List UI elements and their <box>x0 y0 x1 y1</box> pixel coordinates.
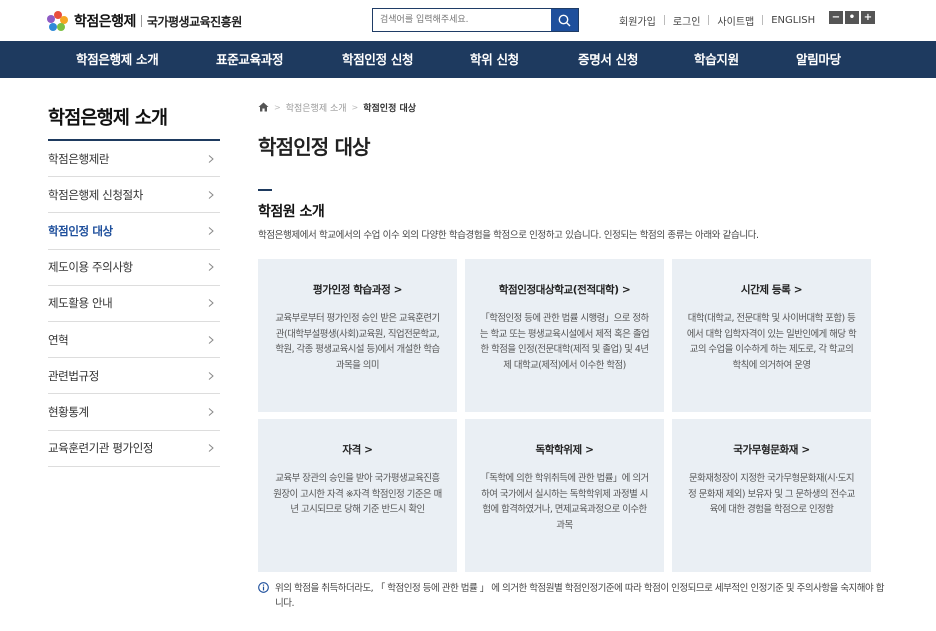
side-menu-label: 제도활용 안내 <box>48 296 113 311</box>
zoom-reset-button[interactable]: • <box>845 11 859 24</box>
notice: 위의 학점을 취득하더라도, 「 학점인정 등에 관한 법률 」 에 의거한 학… <box>258 581 888 611</box>
side-menu-item[interactable]: 학점은행제란 <box>48 141 220 178</box>
chevron-right-icon <box>208 444 214 452</box>
login-link[interactable]: 로그인 <box>673 13 701 28</box>
side-menu-label: 학점은행제란 <box>48 151 110 166</box>
chevron-right-icon <box>208 299 214 308</box>
gnb-item-degree-apply[interactable]: 학위 신청 <box>470 41 519 78</box>
side-menu-item[interactable]: 현황통계 <box>48 394 220 431</box>
sitemap-link[interactable]: 사이트맵 <box>717 13 754 28</box>
side-menu-label: 학점인정 대상 <box>48 223 113 238</box>
chevron-right-icon <box>208 371 214 380</box>
util-divider <box>663 15 665 25</box>
lnb-title: 학점은행제 소개 <box>48 108 168 129</box>
side-menu-item[interactable]: 관련법규정 <box>48 358 220 395</box>
logo-divider <box>140 15 142 27</box>
card-description: 「학점인정 등에 관한 법률 시행령」으로 정하는 학교 또는 평생교육시설에서… <box>479 313 650 371</box>
util-divider <box>708 15 710 25</box>
section-title: 학점원 소개 <box>258 204 325 220</box>
side-menu-item-active[interactable]: 학점인정 대상 <box>48 213 220 250</box>
zoom-out-button[interactable]: − <box>829 11 843 24</box>
side-menu-item[interactable]: 연혁 <box>48 322 220 359</box>
top-header: 학점은행제 국가평생교육진흥원 회원가입 로그인 사이트맵 ENGLISH − … <box>0 0 936 41</box>
side-menu: 학점은행제란 학점은행제 신청절차 학점인정 대상 제도이용 주의사항 제도활용… <box>48 141 220 467</box>
gnb-item-curriculum[interactable]: 표준교육과정 <box>216 41 284 78</box>
breadcrumb: > 학점은행제 소개 > 학점인정 대상 <box>258 100 416 114</box>
side-menu-label: 교육훈련기관 평가인정 <box>48 441 154 456</box>
chevron-right-icon <box>208 408 214 416</box>
logo-title: 학점은행제 <box>74 14 136 30</box>
credit-type-card: 시간제 등록 > 대학(대학교, 전문대학 및 사이버대학 포함) 등 에서 대… <box>672 259 871 412</box>
breadcrumb-separator: > <box>274 102 281 112</box>
credit-type-card: 국가무형문화재 > 문화재청장이 지정한 국가무형문화재(시·도지정 문화재 제… <box>672 419 871 572</box>
chevron-right-icon <box>208 263 214 272</box>
section-accent-bar <box>258 189 272 191</box>
breadcrumb-separator: > <box>351 102 359 112</box>
search-input[interactable] <box>373 9 551 31</box>
breadcrumb-item[interactable]: 학점은행제 소개 <box>286 101 347 114</box>
side-menu-item[interactable]: 제도활용 안내 <box>48 286 220 322</box>
card-title-link[interactable]: 시간제 등록 > <box>686 282 857 297</box>
side-menu-label: 연혁 <box>48 332 69 347</box>
breadcrumb-current: 학점인정 대상 <box>363 103 417 114</box>
utility-links: 회원가입 로그인 사이트맵 ENGLISH <box>619 12 815 28</box>
card-title-link[interactable]: 독학학위제 > <box>479 442 650 457</box>
card-description: 교육부로부터 평가인정 승인 받은 교육훈련기관(대학부설평생(사회)교육원, … <box>275 313 440 371</box>
util-divider <box>762 15 764 25</box>
notice-text: 위의 학점을 취득하더라도, 「 학점인정 등에 관한 법률 」 에 의거한 학… <box>275 583 885 609</box>
english-link[interactable]: ENGLISH <box>771 15 815 26</box>
chevron-right-icon <box>208 335 214 344</box>
card-description: 문화재청장이 지정한 국가무형문화재(시·도지정 문화재 제외) 보유자 및 그… <box>688 473 855 516</box>
credit-type-card: 자격 > 교육부 장관의 승인을 받아 국가평생교육진흥원장이 고시한 자격 ※… <box>258 419 457 572</box>
card-description: 교육부 장관의 승인을 받아 국가평생교육진흥원장이 고시한 자격 ※자격 학점… <box>273 473 442 516</box>
credit-type-card: 평가인정 학습과정 > 교육부로부터 평가인정 승인 받은 교육훈련기관(대학부… <box>258 259 457 412</box>
side-menu-item[interactable]: 교육훈련기관 평가인정 <box>48 431 220 467</box>
side-menu-item[interactable]: 학점은행제 신청절차 <box>48 177 220 214</box>
font-zoom-controls: − • + <box>829 11 875 24</box>
page-title: 학점인정 대상 <box>258 135 371 159</box>
gnb-item-study-support[interactable]: 학습지원 <box>694 41 739 78</box>
search-icon <box>558 14 571 26</box>
signup-link[interactable]: 회원가입 <box>619 13 656 28</box>
chevron-right-icon <box>208 227 214 235</box>
side-menu-label: 현황통계 <box>48 404 89 419</box>
info-icon <box>258 582 269 593</box>
gnb-item-credit-apply[interactable]: 학점인정 신청 <box>342 41 414 78</box>
search-box <box>372 8 579 32</box>
side-menu-label: 학점은행제 신청절차 <box>48 187 143 202</box>
chevron-right-icon <box>208 190 214 199</box>
side-menu-label: 제도이용 주의사항 <box>48 260 133 275</box>
card-title-link[interactable]: 국가무형문화재 > <box>686 442 857 457</box>
search-button[interactable] <box>551 9 578 31</box>
credit-type-card: 독학학위제 > 「독학에 의한 학위취득에 관한 법률」에 의거하여 국가에서 … <box>465 419 664 572</box>
card-title-link[interactable]: 학점인정대상학교(전적대학) > <box>479 282 650 297</box>
chevron-right-icon <box>208 154 214 163</box>
main-navigation: 학점은행제 소개 표준교육과정 학점인정 신청 학위 신청 증명서 신청 학습지… <box>0 41 936 78</box>
section-description: 학점은행제에서 학교에서의 수업 이수 외의 다양한 학습경험을 학점으로 인정… <box>258 230 759 241</box>
logo-org-name: 국가평생교육진흥원 <box>146 14 242 29</box>
credit-type-card: 학점인정대상학교(전적대학) > 「학점인정 등에 관한 법률 시행령」으로 정… <box>465 259 664 412</box>
card-description: 「독학에 의한 학위취득에 관한 법률」에 의거하여 국가에서 실시하는 독학학… <box>480 473 649 531</box>
gnb-item-notice[interactable]: 알림마당 <box>796 41 841 78</box>
card-title-link[interactable]: 자격 > <box>272 442 443 457</box>
site-logo[interactable]: 학점은행제 국가평생교육진흥원 <box>47 11 242 31</box>
card-description: 대학(대학교, 전문대학 및 사이버대학 포함) 등 에서 대학 입학자격이 있… <box>686 313 857 371</box>
logo-mark-icon <box>47 11 69 31</box>
card-title-link[interactable]: 평가인정 학습과정 > <box>272 282 443 297</box>
side-menu-label: 관련법규정 <box>48 368 99 383</box>
gnb-item-intro[interactable]: 학점은행제 소개 <box>76 41 159 78</box>
gnb-item-certificate[interactable]: 증명서 신청 <box>578 41 638 78</box>
home-icon[interactable] <box>258 102 269 112</box>
zoom-in-button[interactable]: + <box>861 11 875 24</box>
side-menu-item[interactable]: 제도이용 주의사항 <box>48 250 220 286</box>
